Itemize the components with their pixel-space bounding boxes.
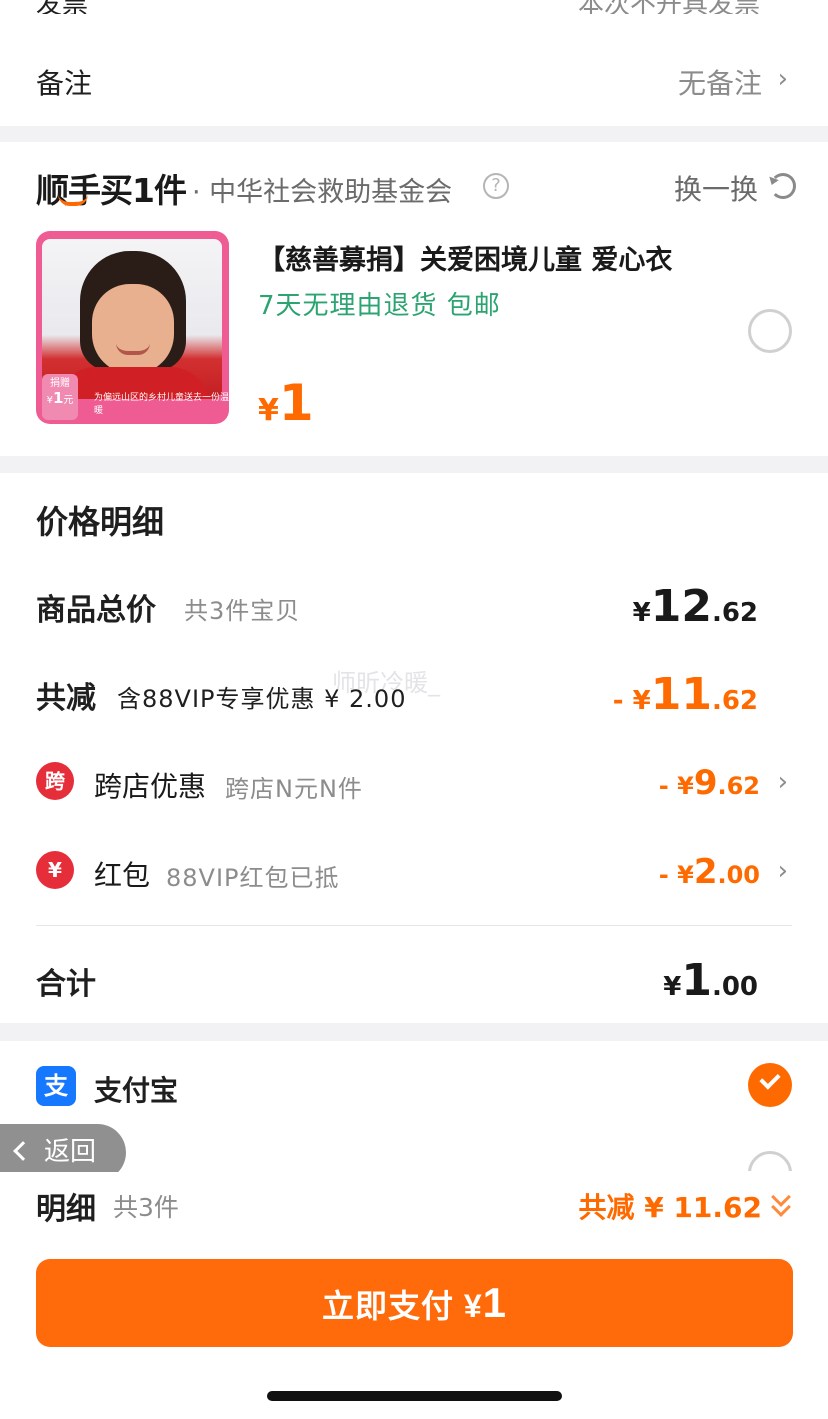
footer-discount[interactable]: 共减 ¥ 11.62 xyxy=(578,1186,762,1226)
total-amount: ¥1.00 xyxy=(663,955,758,1006)
remark-label: 备注 xyxy=(36,67,93,100)
discount-label: 共减 xyxy=(36,681,96,716)
discount-sub: 含88VIP专享优惠 ¥ 2.00 xyxy=(117,685,407,713)
question-icon[interactable]: ? xyxy=(483,173,509,199)
price-detail-section: 价格明细 师昕冷暖_ 商品总价 共3件宝贝 ¥12.62 共减 含88VIP专享… xyxy=(0,473,828,1023)
red-packet-icon: ¥ xyxy=(36,851,74,889)
section-gap xyxy=(0,126,828,142)
invoice-row[interactable]: 发票 本次不开具发票 xyxy=(0,0,828,14)
thumb-caption: 为偏远山区的乡村儿童送去一份温暖 xyxy=(94,393,229,416)
checkout-footer: 明细 共3件 共减 ¥ 11.62 立即支付 ¥1 xyxy=(0,1172,828,1419)
product-title[interactable]: 【慈善募捐】关爱困境儿童 爱心衣 xyxy=(258,238,672,277)
chevron-left-icon xyxy=(13,1141,33,1161)
total-label: 合计 xyxy=(36,967,96,1002)
subtotal-amount: ¥12.62 xyxy=(632,581,758,632)
cross-store-sub: 跨店N元N件 xyxy=(225,775,363,803)
red-packet-sub: 88VIP红包已抵 xyxy=(166,864,340,892)
cross-store-amount[interactable]: - ¥9.62 xyxy=(659,763,760,803)
divider xyxy=(36,925,792,926)
double-chevron-down-icon[interactable] xyxy=(770,1187,792,1217)
chevron-right-icon: › xyxy=(777,64,788,94)
payment-radio[interactable] xyxy=(748,1151,792,1171)
selected-check-icon[interactable] xyxy=(748,1063,792,1107)
refresh-icon[interactable] xyxy=(770,173,796,199)
chevron-right-icon[interactable]: › xyxy=(778,856,788,886)
remark-row[interactable]: 备注 无备注 › xyxy=(0,40,828,124)
section-gap xyxy=(0,456,828,473)
charity-section: 顺手买1件 · 中华社会救助基金会 ? 换一换 捐赠 ¥1元 为偏远山区的乡村儿… xyxy=(0,142,828,456)
detail-title[interactable]: 明细 xyxy=(36,1184,96,1228)
price-detail-title: 价格明细 xyxy=(36,503,165,541)
subtotal-label: 商品总价 xyxy=(36,593,156,628)
alipay-label[interactable]: 支付宝 xyxy=(94,1069,178,1109)
invoice-value: 本次不开具发票 xyxy=(578,0,760,14)
swap-button[interactable]: 换一换 xyxy=(674,168,758,208)
section-gap xyxy=(0,1023,828,1041)
pay-now-button[interactable]: 立即支付 ¥1 xyxy=(36,1259,793,1347)
chevron-right-icon[interactable]: › xyxy=(778,767,788,797)
donation-badge: 捐赠 ¥1元 xyxy=(42,374,78,420)
red-packet-label[interactable]: 红包 xyxy=(94,854,150,894)
cross-store-label[interactable]: 跨店优惠 xyxy=(94,765,206,805)
product-thumbnail[interactable]: 捐赠 ¥1元 为偏远山区的乡村儿童送去一份温暖 xyxy=(36,231,229,424)
home-indicator xyxy=(267,1391,562,1401)
detail-count: 共3件 xyxy=(113,1193,179,1222)
red-packet-amount[interactable]: - ¥2.00 xyxy=(659,852,760,892)
cross-store-icon: 跨 xyxy=(36,762,74,800)
subtotal-sub: 共3件宝贝 xyxy=(184,597,301,625)
product-service-tags: 7天无理由退货 包邮 xyxy=(258,291,501,321)
discount-amount: - ¥11.62 xyxy=(612,669,758,720)
charity-brand-logo: 顺手买1件 xyxy=(36,171,187,210)
add-charity-radio[interactable] xyxy=(748,309,792,353)
product-price: ¥1 xyxy=(258,374,314,432)
alipay-icon: 支 xyxy=(36,1066,76,1106)
charity-org: · 中华社会救助基金会 xyxy=(192,177,453,208)
remark-value: 无备注 xyxy=(677,67,762,100)
invoice-label: 发票 xyxy=(36,0,88,14)
